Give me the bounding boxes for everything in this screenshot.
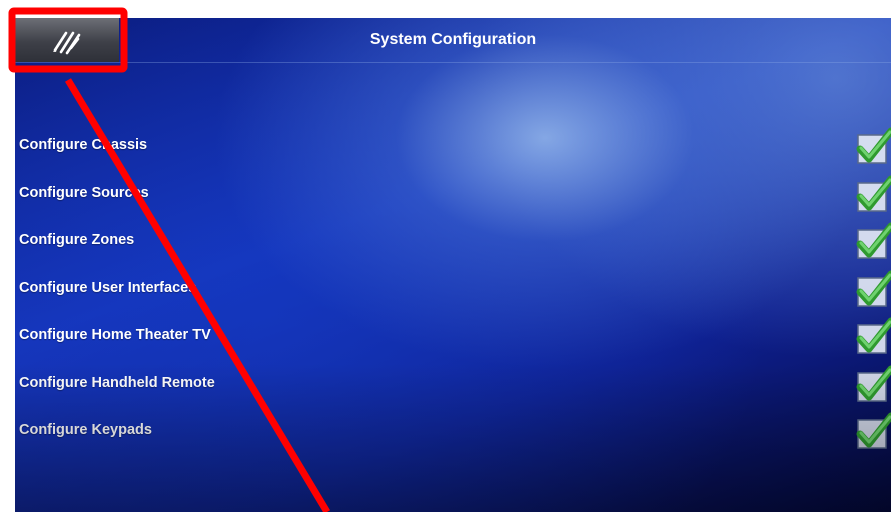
config-item-label: Configure User Interfaces <box>19 279 197 296</box>
config-item-label: Configure Home Theater TV <box>19 327 211 343</box>
logo-icon <box>53 31 81 55</box>
config-item[interactable]: Configure User Interfaces <box>15 268 891 316</box>
config-item-label: Configure Zones <box>19 232 135 248</box>
page-title: System Configuration <box>369 31 537 48</box>
checkmark-icon <box>856 222 891 259</box>
checkmark-icon <box>856 175 891 212</box>
config-item[interactable]: Configure Handheld Remote <box>15 363 891 411</box>
checkmark-icon <box>856 270 891 307</box>
top-cropped-caption <box>0 0 891 18</box>
touch-panel-screen: System Configuration Configure Chassis Co… <box>15 18 891 512</box>
cropped-caption-text <box>335 0 339 10</box>
checkmark-icon <box>856 412 891 449</box>
config-item[interactable]: Configure Chassis <box>15 125 891 173</box>
home-button[interactable] <box>15 18 119 62</box>
config-item-label: Configure Keypads <box>19 422 152 438</box>
config-item[interactable]: Configure Sources <box>15 173 891 221</box>
header-bar: System Configuration <box>15 18 891 63</box>
checkmark-icon <box>856 317 891 354</box>
config-item-label: Configure Sources <box>19 184 149 201</box>
config-item[interactable]: Configure Zones <box>15 220 891 268</box>
checkmark-icon <box>856 127 891 164</box>
config-item-label: Configure Handheld Remote <box>19 374 215 391</box>
checkmark-icon <box>856 365 891 402</box>
configuration-list: Configure Chassis Configure Sources Config… <box>15 125 891 458</box>
config-item[interactable]: Configure Home Theater TV <box>15 315 891 363</box>
config-item[interactable]: Configure Keypads <box>15 410 891 458</box>
config-item-label: Configure Chassis <box>19 137 148 153</box>
